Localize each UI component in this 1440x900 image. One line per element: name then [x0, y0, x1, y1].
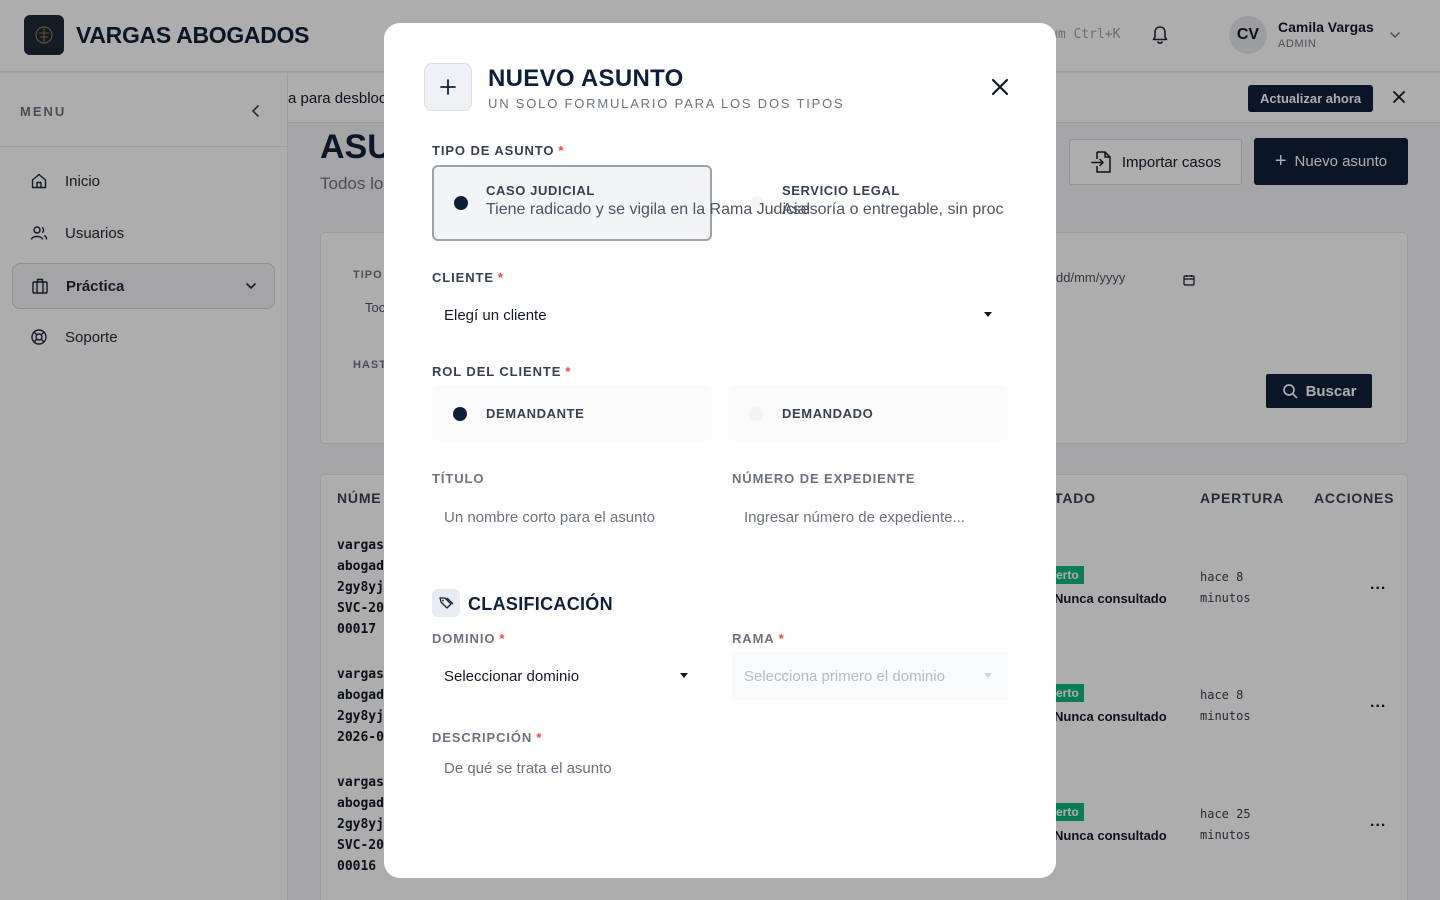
role-option-demandado[interactable]: DEMANDADO — [728, 385, 1008, 441]
modal-subtitle: UN SOLO FORMULARIO PARA LOS DOS TIPOS — [488, 96, 845, 111]
caret-down-icon — [680, 673, 688, 678]
client-label: CLIENTE * — [432, 270, 504, 285]
title-input-placeholder: Un nombre corto para el asunto — [444, 508, 655, 526]
radio-button-selected[interactable] — [454, 196, 468, 210]
title-input[interactable]: Un nombre corto para el asunto — [432, 495, 712, 539]
new-matter-modal: NUEVO ASUNTO UN SOLO FORMULARIO PARA LOS… — [384, 23, 1056, 878]
required-mark: * — [499, 631, 506, 646]
role-label: DEMANDANTE — [486, 406, 585, 421]
modal-title: NUEVO ASUNTO — [488, 65, 684, 92]
client-select[interactable]: Elegí un cliente — [432, 291, 1008, 339]
option-title: CASO JUDICIAL — [486, 183, 595, 198]
option-description: Tiene radicado y se vigila en la Rama Ju… — [486, 201, 811, 218]
title-field-label: TÍTULO — [432, 471, 485, 486]
plus-icon — [440, 79, 456, 95]
caret-down-icon — [984, 312, 992, 317]
caret-down-icon — [984, 673, 992, 678]
case-number-placeholder: Ingresar número de expediente... — [744, 508, 965, 526]
matter-type-label: TIPO DE ASUNTO * — [432, 143, 565, 158]
role-label: DEMANDADO — [782, 406, 874, 421]
required-mark: * — [497, 270, 504, 285]
tag-icon — [432, 589, 460, 617]
radio-button[interactable] — [749, 407, 763, 421]
branch-select: Selecciona primero el dominio — [732, 652, 1008, 700]
close-icon[interactable] — [988, 75, 1012, 99]
required-mark: * — [778, 631, 785, 646]
option-title: SERVICIO LEGAL — [782, 183, 900, 198]
branch-label: RAMA * — [732, 631, 785, 646]
required-mark: * — [558, 143, 565, 158]
radio-button-selected[interactable] — [453, 407, 467, 421]
domain-select[interactable]: Seleccionar dominio — [432, 652, 704, 700]
branch-select-placeholder: Selecciona primero el dominio — [744, 667, 945, 685]
client-select-value: Elegí un cliente — [444, 306, 547, 324]
description-label: DESCRIPCIÓN * — [432, 730, 543, 745]
classification-section-title: CLASIFICACIÓN — [468, 594, 613, 614]
option-description: Asesoría o entregable, sin proc — [782, 201, 1004, 218]
client-role-label: ROL DEL CLIENTE * — [432, 364, 572, 379]
required-mark: * — [536, 730, 543, 745]
description-placeholder: De qué se trata el asunto — [444, 760, 612, 777]
description-textarea[interactable]: De qué se trata el asunto — [432, 748, 1008, 838]
required-mark: * — [565, 364, 572, 379]
tags-icon — [439, 597, 454, 609]
case-number-label: NÚMERO DE EXPEDIENTE — [732, 471, 916, 486]
case-number-input[interactable]: Ingresar número de expediente... — [732, 495, 1008, 539]
modal-header-icon — [424, 63, 472, 111]
domain-select-value: Seleccionar dominio — [444, 667, 580, 685]
matter-type-option-judicial[interactable]: CASO JUDICIAL Tiene radicado y se vigila… — [432, 165, 810, 241]
role-option-demandante[interactable]: DEMANDANTE — [432, 385, 712, 441]
domain-label: DOMINIO * — [432, 631, 506, 646]
